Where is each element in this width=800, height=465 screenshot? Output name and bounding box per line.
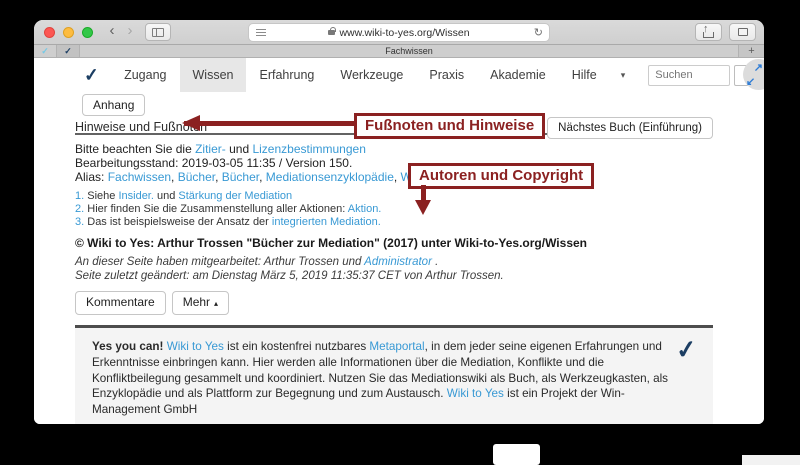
site-footer-box: Yes you can! Wiki to Yes ist ein kostenf… [75,325,713,424]
site-navbar: ✓ Zugang Wissen Erfahrung Werkzeuge Prax… [34,58,764,92]
metaportal-link[interactable]: Metaportal [369,340,424,353]
citation-notice: Bitte beachten Sie die Zitier- und Lizen… [75,143,764,157]
tab-bar: ✓ ✓ Fachwissen + [34,45,764,58]
new-tab-button[interactable]: + [738,45,764,57]
check-icon: ✓ [64,46,72,57]
footnote-link[interactable]: Stärkung der Mediation [178,190,292,202]
tab-title: Fachwissen [385,46,433,56]
nav-item-akademie[interactable]: Akademie [477,58,559,92]
nav-item-praxis[interactable]: Praxis [416,58,477,92]
search-input[interactable] [648,65,730,86]
annotation-footnotes-box: Fußnoten und Hinweise [354,113,545,139]
reader-icon[interactable] [256,29,266,36]
annotation-authors-box: Autoren und Copyright [408,163,594,189]
nav-item-zugang[interactable]: Zugang [111,58,179,92]
back-button[interactable]: ‹ [103,23,121,41]
resize-arrow-sw-icon: ↙ [746,75,755,88]
administrator-link[interactable]: Administrator [364,256,432,268]
lizenz-link[interactable]: Lizenzbestimmungen [252,142,365,156]
page-content: Anhang Hinweise und Fußnoten Nächstes Bu… [34,92,764,424]
zoom-window-button[interactable] [82,27,93,38]
alias-link[interactable]: Fachwissen [108,170,171,184]
annotation-arrow-down-shaft [421,185,426,200]
footnote-number[interactable]: 2. [75,203,84,215]
browser-window: ‹ › www.wiki-to-yes.org/Wissen ↻ ↑ ✓ ✓ [34,20,764,424]
active-tab[interactable]: Fachwissen [80,45,738,57]
footnote-link[interactable]: Insider. [118,190,153,202]
check-icon: ✓ [41,46,49,57]
site-logo-check-icon[interactable]: ✓ [83,64,100,86]
copyright-line: © Wiki to Yes: Arthur Trossen "Bücher zu… [75,236,764,250]
next-book-button[interactable]: Nächstes Buch (Einführung) [547,117,713,139]
footnote-number[interactable]: 3. [75,216,84,228]
forward-button[interactable]: › [121,23,139,41]
alias-link[interactable]: Mediationsenzyklopädie [266,170,394,184]
alias-link[interactable]: Bücher [222,170,259,184]
check-icon: ✓ [675,334,699,366]
comments-button[interactable]: Kommentare [75,291,166,315]
address-bar[interactable]: www.wiki-to-yes.org/Wissen ↻ [248,23,550,42]
footnote-link[interactable]: Aktion. [348,203,382,215]
title-bar: ‹ › www.wiki-to-yes.org/Wissen ↻ ↑ [34,20,764,45]
close-window-button[interactable] [44,27,55,38]
lock-icon [328,30,335,35]
alias-link[interactable]: Bücher [178,170,215,184]
caret-up-icon: ▴ [214,299,218,308]
last-modified-line: Seite zuletzt geändert: am Dienstag März… [75,270,764,284]
annotation-arrow-down-head [415,200,431,215]
wiki-to-yes-link[interactable]: Wiki to Yes [167,340,224,353]
footer-intro: Yes you can! Wiki to Yes ist ein kostenf… [92,339,692,417]
nav-item-werkzeuge[interactable]: Werkzeuge [327,58,416,92]
resize-arrow-ne-icon: ↗ [754,61,763,74]
tab-overview-button[interactable] [729,23,756,41]
background-window-fragment [742,455,800,465]
chevron-down-icon: ▾ [621,70,626,81]
footnote-item: 3. Das ist beispielsweise der Ansatz der… [75,216,764,229]
footnote-number[interactable]: 1. [75,190,84,202]
wiki-to-yes-link[interactable]: Wiki to Yes [447,387,504,400]
nav-item-erfahrung[interactable]: Erfahrung [246,58,327,92]
zitier-link[interactable]: Zitier- [195,142,226,156]
nav-item-wissen[interactable]: Wissen [180,58,247,92]
background-window-fragment [493,444,540,465]
traffic-lights [44,27,93,38]
minimize-window-button[interactable] [63,27,74,38]
sidebar-toggle-button[interactable] [145,23,171,41]
reload-button[interactable]: ↻ [534,26,543,39]
tabs-icon [738,28,748,36]
more-button[interactable]: Mehr▴ [172,291,229,315]
footnote-link[interactable]: integrierten Mediation. [272,216,381,228]
share-button[interactable]: ↑ [695,23,722,41]
nav-more-dropdown[interactable]: ▾ [610,58,637,92]
contributors-line: An dieser Seite haben mitgearbeitet: Art… [75,256,764,270]
share-icon: ↑ [703,24,714,38]
anhang-button[interactable]: Anhang [82,94,145,116]
annotation-arrow-left-head [182,115,200,131]
sidebar-icon [152,28,164,37]
pinned-tab-1[interactable]: ✓ [34,45,57,57]
nav-item-hilfe[interactable]: Hilfe [559,58,610,92]
pinned-tab-2[interactable]: ✓ [57,45,80,57]
fullscreen-toggle-button[interactable]: ↗ ↙ [743,59,764,90]
url-text: www.wiki-to-yes.org/Wissen [339,27,469,39]
annotation-arrow-left-shaft [184,121,354,126]
